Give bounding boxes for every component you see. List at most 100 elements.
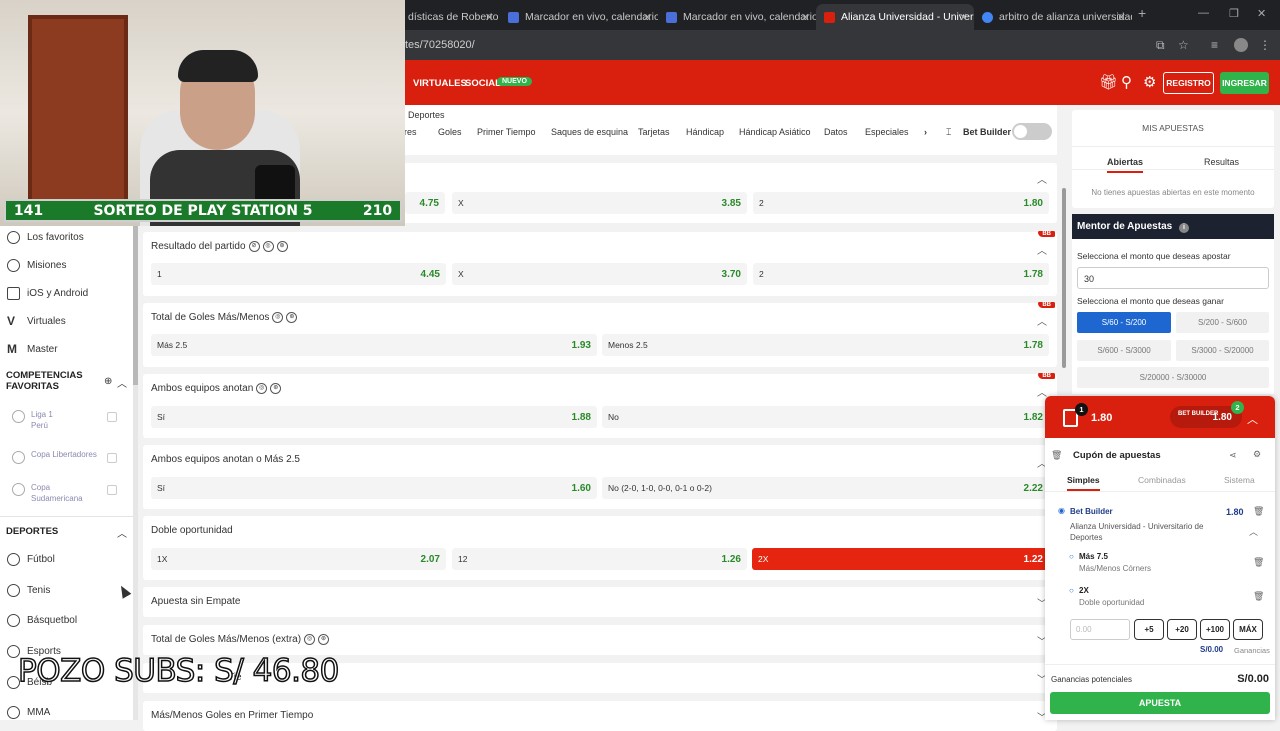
info-icon[interactable]: i: [1178, 223, 1189, 233]
restore-icon[interactable]: ❐: [1229, 7, 1239, 20]
gear-icon[interactable]: ⚙: [1253, 449, 1261, 460]
quick-max[interactable]: MÁX: [1233, 619, 1263, 640]
chevron-up-icon[interactable]: ︿: [1037, 242, 1047, 257]
nav-social[interactable]: SOCIAL: [465, 78, 501, 89]
odd-button[interactable]: X 3.70: [452, 263, 747, 285]
profile-avatar[interactable]: [1234, 38, 1248, 52]
trash-icon[interactable]: 🗑︎: [1051, 450, 1062, 461]
reading-list-icon[interactable]: ≡: [1211, 38, 1218, 52]
odd-button[interactable]: 1X 2.07: [151, 548, 446, 570]
browser-tab[interactable]: dísticas de Roberto ✕: [400, 4, 500, 30]
window-close-icon[interactable]: ✕: [1257, 7, 1266, 20]
browser-tab[interactable]: Marcador en vivo, calendario y ✕: [658, 4, 816, 30]
gear-icon[interactable]: ⚙: [1143, 73, 1156, 91]
trash-icon[interactable]: 🗑︎: [1253, 591, 1264, 602]
odd-button[interactable]: 4.75: [405, 192, 445, 214]
chevron-up-icon[interactable]: ︿: [1037, 171, 1047, 186]
range-option[interactable]: S/600 - S/3000: [1077, 340, 1171, 361]
chevron-up-icon[interactable]: ︿: [1247, 411, 1258, 427]
trash-icon[interactable]: 🗑︎: [1253, 557, 1264, 568]
sidebar-item-misiones[interactable]: Misiones: [7, 259, 66, 272]
favorite-checkbox[interactable]: [107, 453, 117, 463]
gift-icon[interactable]: 🎁︎: [1099, 73, 1118, 91]
odd-button[interactable]: 1 4.45: [151, 263, 446, 285]
register-button[interactable]: REGISTRO: [1163, 72, 1214, 94]
main-scrollbar[interactable]: [1062, 188, 1066, 368]
tab-goles[interactable]: Goles: [438, 127, 462, 137]
tab-simples[interactable]: Simples: [1067, 475, 1100, 491]
tab-saques-de-esquina[interactable]: Saques de esquina: [551, 127, 628, 137]
close-icon[interactable]: ✕: [801, 11, 810, 24]
competition-sudamericana[interactable]: Copa Sudamericana: [12, 482, 117, 504]
browser-tab[interactable]: Marcador en vivo, calendario y ✕: [500, 4, 658, 30]
place-bet-button[interactable]: APUESTA: [1050, 692, 1270, 714]
range-option[interactable]: S/20000 - S/30000: [1077, 367, 1269, 388]
market-card-collapsed[interactable]: Apuesta sin Empate ﹀: [143, 587, 1057, 617]
install-icon[interactable]: ⧉: [1156, 38, 1165, 53]
odd-button[interactable]: 2 1.78: [753, 263, 1049, 285]
tab-resultas[interactable]: Resultas: [1204, 157, 1239, 167]
market-card-collapsed[interactable]: Más/Menos Goles en Primer Tiempo ﹀: [143, 701, 1057, 731]
chevron-up-icon[interactable]: ︿: [1037, 313, 1047, 328]
odd-button[interactable]: Sí 1.88: [151, 406, 597, 428]
quick-add-20[interactable]: +20: [1167, 619, 1197, 640]
bookmark-star-icon[interactable]: ☆: [1178, 38, 1189, 52]
sidebar-item-apps[interactable]: iOS y Android: [7, 287, 88, 300]
market-card-collapsed[interactable]: Total de Goles Más/Menos (extra) ◎ ⊛ ﹀: [143, 625, 1057, 655]
close-icon[interactable]: ✕: [959, 11, 968, 24]
tab-abiertas[interactable]: Abiertas: [1107, 157, 1144, 173]
odd-button[interactable]: 12 1.26: [452, 548, 747, 570]
quick-add-5[interactable]: +5: [1134, 619, 1164, 640]
sidebar-item-mma[interactable]: MMA: [7, 706, 50, 719]
sidebar-item-virtuales[interactable]: V Virtuales: [7, 315, 66, 328]
close-icon[interactable]: ✕: [643, 11, 652, 24]
range-option[interactable]: S/200 - S/600: [1176, 312, 1269, 333]
tab-datos[interactable]: Datos: [824, 127, 848, 137]
tab-tarjetas[interactable]: Tarjetas: [638, 127, 670, 137]
share-icon[interactable]: ⋖: [1229, 450, 1237, 461]
sidebar-item-basquetbol[interactable]: Básquetbol: [7, 614, 77, 627]
sidebar-item-master[interactable]: M Master: [7, 343, 58, 356]
close-icon[interactable]: ✕: [485, 11, 494, 24]
trash-icon[interactable]: 🗑︎: [1253, 506, 1264, 517]
new-tab-button[interactable]: +: [1138, 5, 1146, 21]
odd-button[interactable]: Sí 1.60: [151, 477, 597, 499]
menu-dots-icon[interactable]: ⋮: [1259, 38, 1271, 52]
competition-libertadores[interactable]: Copa Libertadores: [12, 450, 117, 464]
nav-virtuales[interactable]: VIRTUALES: [413, 78, 467, 89]
range-option[interactable]: S/3000 - S/20000: [1176, 340, 1269, 361]
chevron-up-icon[interactable]: ︿: [1037, 384, 1047, 399]
odd-button-selected[interactable]: 2X 1.22: [752, 548, 1049, 570]
chevron-up-icon[interactable]: ︿: [117, 375, 127, 390]
tab-combinadas[interactable]: Combinadas: [1138, 475, 1186, 485]
odd-button[interactable]: Menos 2.5 1.78: [602, 334, 1049, 356]
sidebar-item-favoritos[interactable]: Los favoritos: [7, 231, 84, 244]
browser-tab-active[interactable]: Alianza Universidad - Universita✕: [816, 4, 974, 30]
favorite-checkbox[interactable]: [107, 412, 117, 422]
odd-button[interactable]: 2 1.80: [753, 192, 1049, 214]
url-text[interactable]: tes/70258020/: [405, 39, 475, 51]
favorite-checkbox[interactable]: [107, 485, 117, 495]
bet-builder-toggle[interactable]: [1012, 123, 1052, 140]
minimize-icon[interactable]: —: [1198, 7, 1209, 19]
competition-liga1[interactable]: Liga 1 Perú: [12, 409, 117, 431]
chevron-right-icon[interactable]: ›: [924, 127, 927, 137]
tab-primer-tiempo[interactable]: Primer Tiempo: [477, 127, 536, 137]
add-icon[interactable]: ⊕: [104, 376, 112, 387]
stake-amount-input[interactable]: 30: [1077, 267, 1269, 289]
quick-add-100[interactable]: +100: [1200, 619, 1230, 640]
bet-slip-header[interactable]: 1 1.80 BET BUILDER 1.80 2 ︿: [1045, 396, 1275, 438]
close-icon[interactable]: ✕: [1117, 11, 1126, 24]
stake-input[interactable]: 0.00: [1070, 619, 1130, 640]
chevron-up-icon[interactable]: ︿: [1249, 525, 1258, 538]
tab-handicap-asiatico[interactable]: Hándicap Asiático: [739, 127, 811, 137]
chevron-up-icon[interactable]: ︿: [117, 525, 127, 540]
tab-sistema[interactable]: Sistema: [1224, 475, 1255, 485]
sidebar-item-tenis[interactable]: Tenis: [7, 584, 50, 597]
tab-handicap[interactable]: Hándicap: [686, 127, 724, 137]
odd-button[interactable]: Más 2.5 1.93: [151, 334, 597, 356]
login-button[interactable]: INGRESAR: [1220, 72, 1269, 94]
tab-especiales[interactable]: Especiales: [865, 127, 909, 137]
range-option-selected[interactable]: S/60 - S/200: [1077, 312, 1171, 333]
odd-button[interactable]: X 3.85: [452, 192, 747, 214]
